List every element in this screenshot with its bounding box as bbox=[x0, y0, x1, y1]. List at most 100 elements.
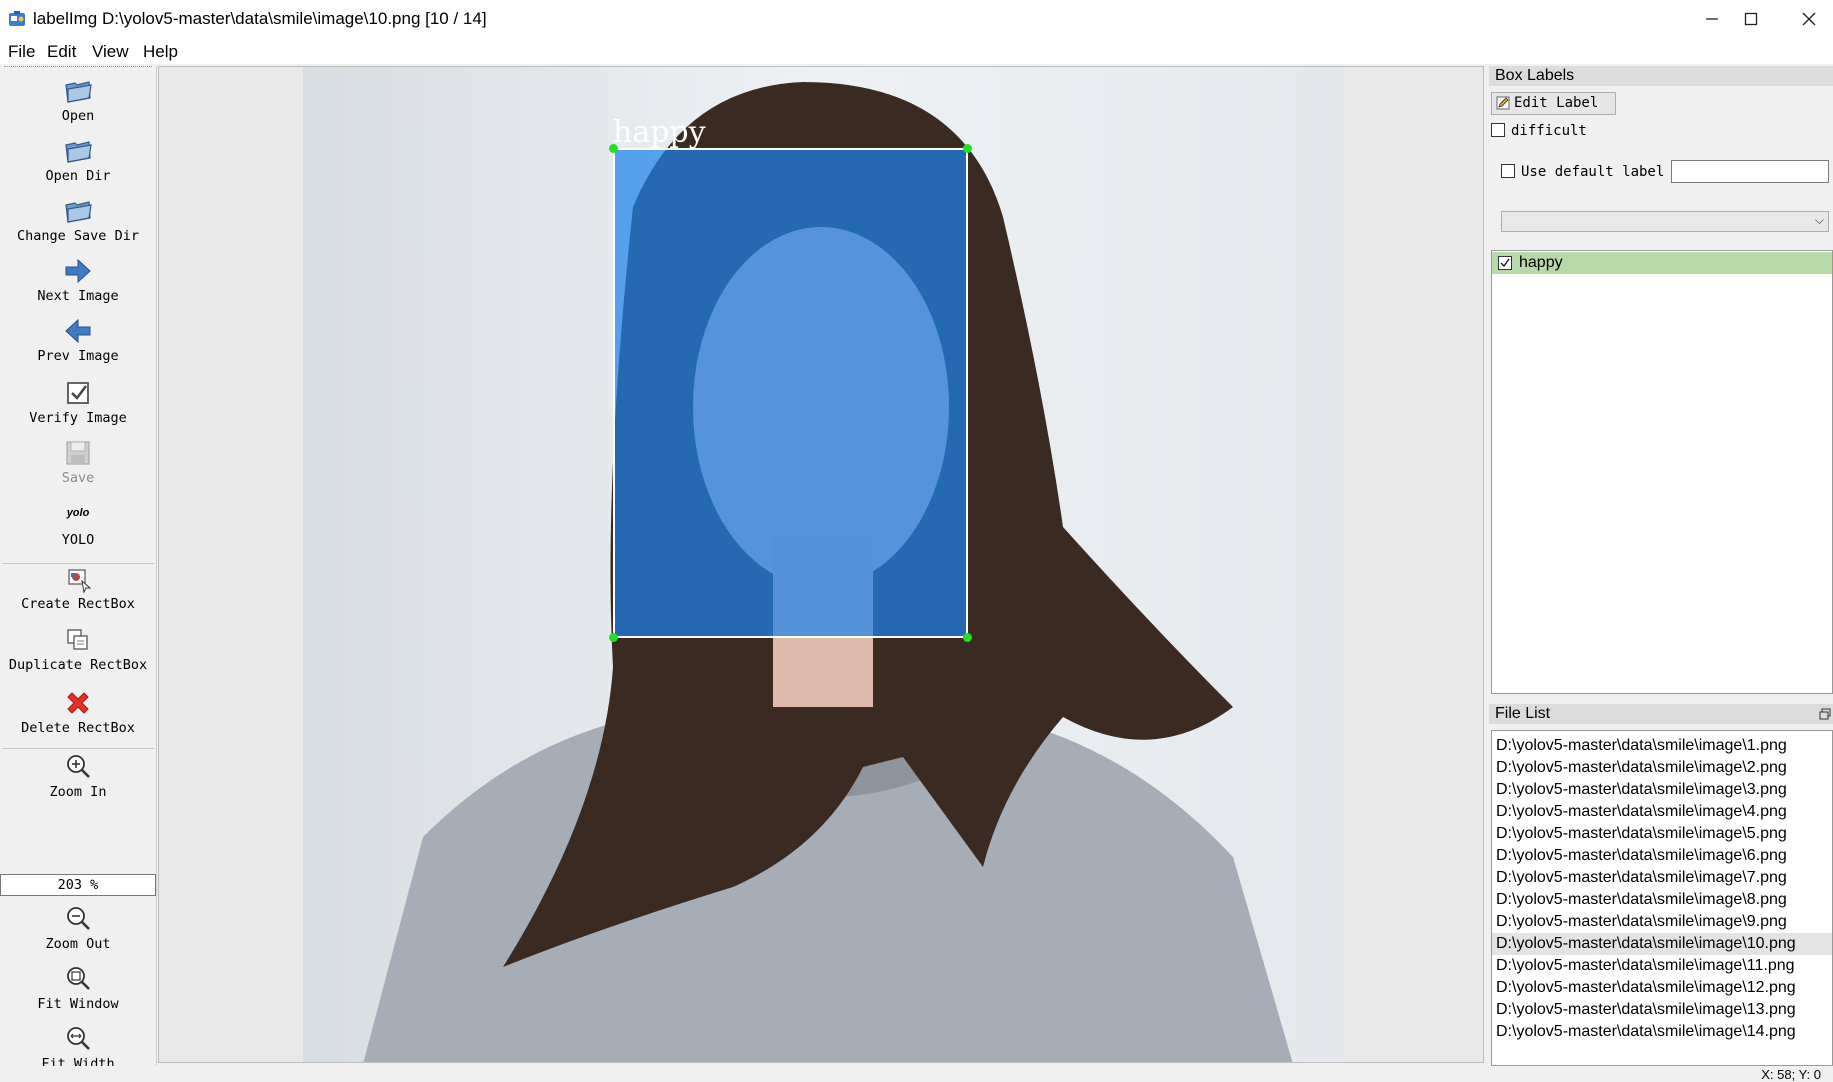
next-image-label: Next Image bbox=[37, 288, 119, 304]
maximize-button[interactable] bbox=[1722, 0, 1780, 38]
label-list: happy bbox=[1491, 250, 1833, 694]
zoom-out-icon bbox=[67, 907, 90, 930]
bounding-box[interactable] bbox=[613, 148, 968, 638]
zoom-out-button[interactable]: Zoom Out bbox=[0, 904, 156, 952]
verify-checkbox-icon bbox=[67, 382, 89, 404]
menu-file[interactable]: File bbox=[8, 42, 35, 62]
file-list-item[interactable]: D:\yolov5-master\data\smile\image\9.png bbox=[1492, 911, 1832, 933]
fit-window-button[interactable]: Fit Window bbox=[0, 964, 156, 1012]
use-default-label-text: Use default label bbox=[1521, 164, 1665, 180]
open-dir-label: Open Dir bbox=[45, 168, 111, 184]
use-default-label-checkbox[interactable] bbox=[1501, 164, 1515, 178]
prev-image-label: Prev Image bbox=[37, 348, 119, 364]
fit-window-icon bbox=[67, 967, 90, 990]
zoom-in-label: Zoom In bbox=[49, 784, 107, 800]
open-label: Open bbox=[61, 108, 95, 124]
chevron-down-icon: ⌵ bbox=[1814, 213, 1824, 227]
next-image-button[interactable]: Next Image bbox=[0, 256, 156, 304]
delete-rectbox-button[interactable]: Delete RectBox bbox=[0, 688, 156, 736]
file-list-item[interactable]: D:\yolov5-master\data\smile\image\12.png bbox=[1492, 977, 1832, 999]
file-list-item-selected[interactable]: D:\yolov5-master\data\smile\image\10.png bbox=[1492, 933, 1832, 955]
file-list-item[interactable]: D:\yolov5-master\data\smile\image\1.png bbox=[1492, 735, 1832, 757]
edit-label-button[interactable]: Edit Label bbox=[1491, 92, 1616, 115]
open-dir-button[interactable]: Open Dir bbox=[0, 136, 156, 184]
open-folder-icon bbox=[65, 81, 92, 103]
file-list-title-text: File List bbox=[1495, 705, 1551, 722]
file-list-item[interactable]: D:\yolov5-master\data\smile\image\4.png bbox=[1492, 801, 1832, 823]
label-combo-box[interactable]: ⌵ bbox=[1501, 211, 1829, 232]
menu-view[interactable]: View bbox=[92, 42, 129, 62]
fit-width-button[interactable]: Fit Width bbox=[0, 1024, 156, 1072]
image-canvas[interactable]: happy bbox=[158, 66, 1484, 1063]
file-list-item[interactable]: D:\yolov5-master\data\smile\image\7.png bbox=[1492, 867, 1832, 889]
bounding-box-label: happy bbox=[613, 115, 706, 150]
bbox-handle-top-right[interactable] bbox=[963, 144, 972, 153]
delete-x-icon bbox=[67, 692, 89, 714]
file-list-item[interactable]: D:\yolov5-master\data\smile\image\8.png bbox=[1492, 889, 1832, 911]
open-folder-icon bbox=[65, 201, 92, 223]
toolbar-grip bbox=[4, 66, 152, 69]
checkmark-icon bbox=[1500, 258, 1510, 268]
fit-width-icon bbox=[67, 1027, 90, 1050]
default-label-input[interactable] bbox=[1671, 160, 1829, 183]
prev-image-button[interactable]: Prev Image bbox=[0, 316, 156, 364]
duplicate-rectbox-button[interactable]: Duplicate RectBox bbox=[0, 625, 156, 673]
file-list-item[interactable]: D:\yolov5-master\data\smile\image\3.png bbox=[1492, 779, 1832, 801]
file-list-item[interactable]: D:\yolov5-master\data\smile\image\2.png bbox=[1492, 757, 1832, 779]
arrow-left-icon bbox=[65, 318, 91, 344]
file-list-title: File List bbox=[1489, 704, 1833, 724]
menu-help[interactable]: Help bbox=[143, 42, 178, 62]
difficult-label: difficult bbox=[1511, 123, 1587, 139]
bbox-handle-bottom-left[interactable] bbox=[609, 633, 618, 642]
window-title: labelImg D:\yolov5-master\data\smile\ima… bbox=[33, 9, 487, 28]
create-rectbox-button[interactable]: Create RectBox bbox=[0, 564, 156, 612]
edit-label-text: Edit Label bbox=[1514, 95, 1599, 111]
save-button[interactable]: Save bbox=[0, 438, 156, 486]
zoom-in-button[interactable]: Zoom In bbox=[0, 752, 156, 800]
duplicate-icon bbox=[67, 629, 88, 650]
open-folder-icon bbox=[65, 141, 92, 163]
arrow-right-icon bbox=[65, 258, 91, 284]
open-button[interactable]: Open bbox=[0, 76, 156, 124]
fit-window-label: Fit Window bbox=[37, 996, 119, 1012]
change-save-dir-button[interactable]: Change Save Dir bbox=[0, 196, 156, 244]
labelimg-app-icon bbox=[9, 11, 25, 26]
label-list-item[interactable]: happy bbox=[1492, 252, 1832, 274]
float-dock-icon[interactable] bbox=[1819, 708, 1831, 720]
close-icon bbox=[1802, 12, 1816, 26]
yolo-format-icon: yolo bbox=[66, 507, 90, 519]
right-panel: Box Labels Edit Label difficult Use defa… bbox=[1489, 66, 1833, 1066]
toolbar: Open Open Dir Change Save Dir Next Image… bbox=[0, 66, 157, 1072]
menu-edit[interactable]: Edit bbox=[47, 42, 76, 62]
file-list: D:\yolov5-master\data\smile\image\1.png … bbox=[1491, 730, 1833, 1066]
zoom-value-spinbox[interactable]: 203 % bbox=[0, 874, 156, 896]
minimize-icon bbox=[1706, 18, 1718, 20]
status-bar: X: 58; Y: 0 bbox=[0, 1066, 1833, 1082]
menu-bar: File Edit View Help bbox=[0, 38, 1833, 64]
file-list-item[interactable]: D:\yolov5-master\data\smile\image\13.png bbox=[1492, 999, 1832, 1021]
verify-image-button[interactable]: Verify Image bbox=[0, 378, 156, 426]
yolo-format-button[interactable]: yolo YOLO bbox=[0, 502, 156, 548]
yolo-label: YOLO bbox=[61, 532, 95, 548]
file-list-item[interactable]: D:\yolov5-master\data\smile\image\14.png bbox=[1492, 1021, 1832, 1043]
file-list-item[interactable]: D:\yolov5-master\data\smile\image\11.png bbox=[1492, 955, 1832, 977]
close-button[interactable] bbox=[1780, 0, 1833, 38]
box-labels-title: Box Labels bbox=[1489, 66, 1833, 86]
difficult-checkbox[interactable] bbox=[1491, 123, 1505, 137]
duplicate-rectbox-label: Duplicate RectBox bbox=[8, 657, 148, 673]
delete-rectbox-label: Delete RectBox bbox=[21, 720, 135, 736]
change-save-dir-label: Change Save Dir bbox=[17, 228, 139, 244]
create-rectbox-label: Create RectBox bbox=[21, 596, 135, 612]
zoom-out-label: Zoom Out bbox=[45, 936, 111, 952]
label-visible-checkbox[interactable] bbox=[1498, 256, 1512, 270]
bbox-handle-bottom-right[interactable] bbox=[963, 633, 972, 642]
zoom-in-icon bbox=[67, 755, 90, 778]
save-icon bbox=[66, 441, 90, 465]
edit-pencil-icon bbox=[1496, 96, 1510, 110]
save-label: Save bbox=[61, 470, 95, 486]
file-list-item[interactable]: D:\yolov5-master\data\smile\image\6.png bbox=[1492, 845, 1832, 867]
create-rectbox-icon bbox=[68, 569, 92, 594]
verify-image-label: Verify Image bbox=[29, 410, 127, 426]
file-list-item[interactable]: D:\yolov5-master\data\smile\image\5.png bbox=[1492, 823, 1832, 845]
bbox-handle-top-left[interactable] bbox=[609, 144, 618, 153]
